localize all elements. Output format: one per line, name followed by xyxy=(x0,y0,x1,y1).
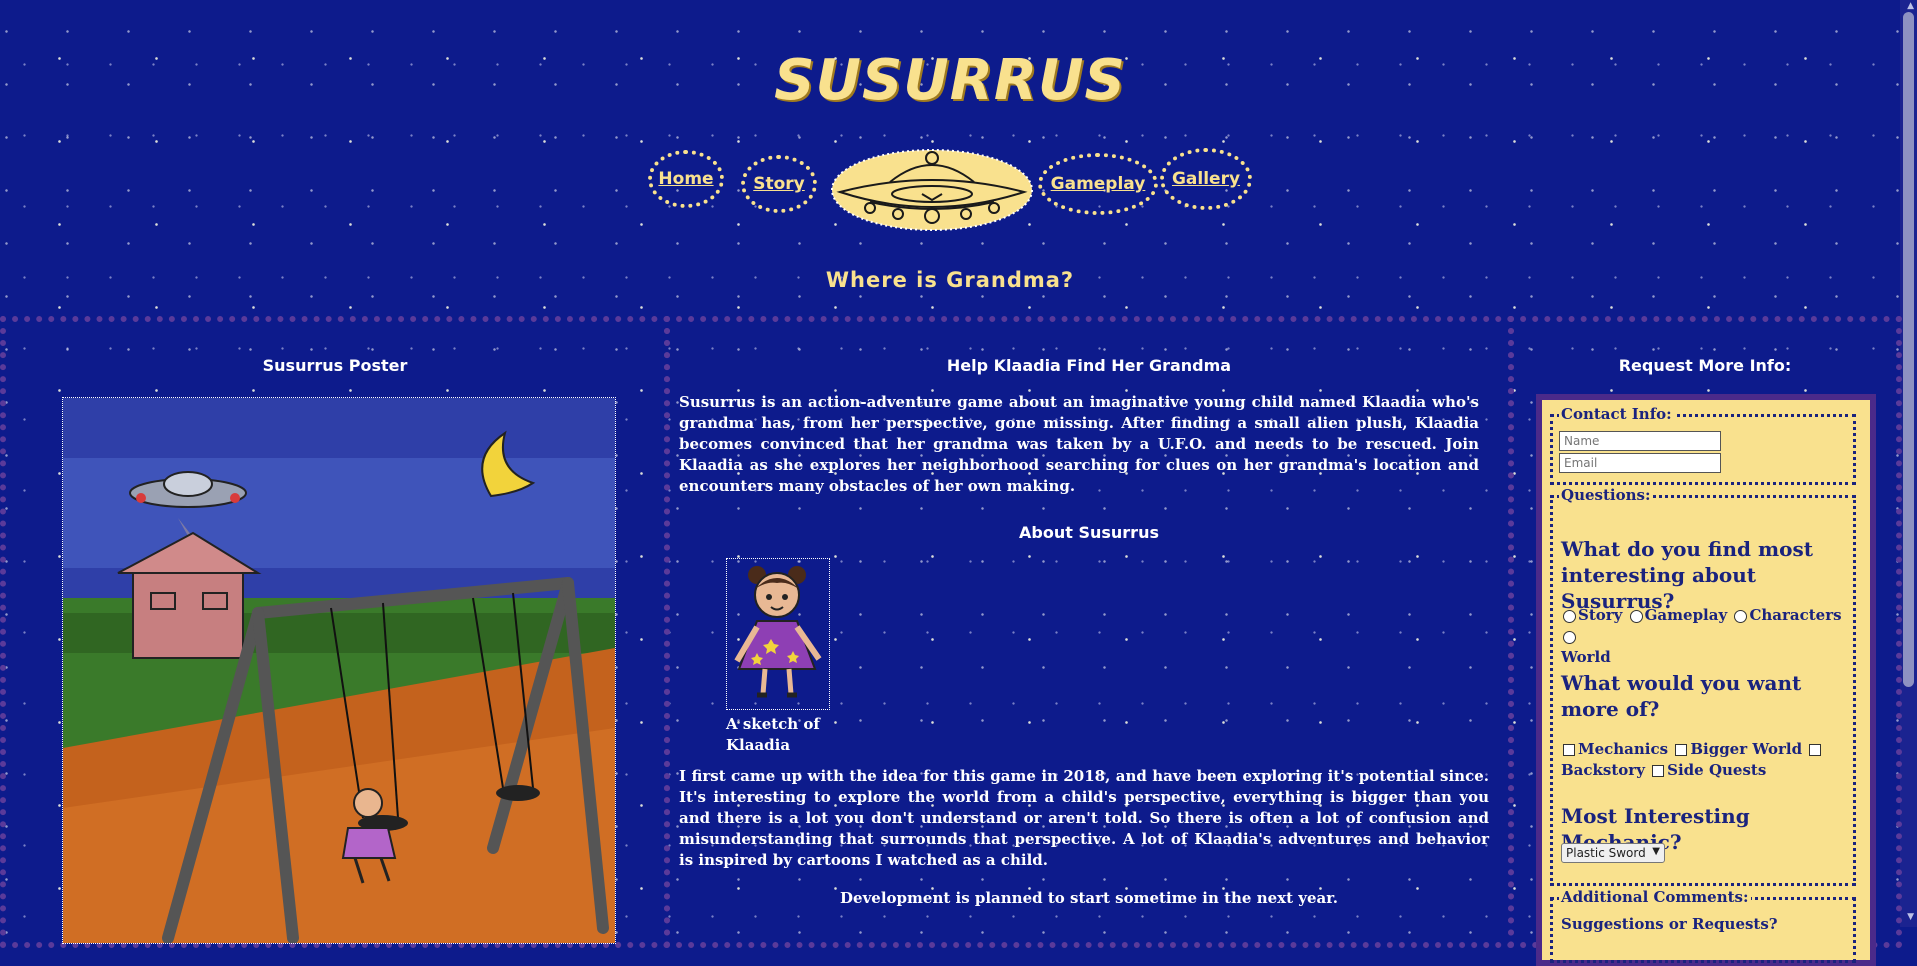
nav-gallery-link[interactable]: Gallery xyxy=(1160,148,1252,210)
radio-story-label: Story xyxy=(1578,606,1623,624)
comments-legend: Additional Comments: xyxy=(1559,888,1751,906)
sketch-caption: A sketch of Klaadia xyxy=(726,715,820,754)
klaadia-sketch-drawing xyxy=(734,566,822,698)
info-panel: Help Klaadia Find Her Grandma Susurrus i… xyxy=(664,316,1514,948)
mechanic-select[interactable]: Plastic Sword ▼ xyxy=(1561,843,1665,863)
checkbox-side-quests-label: Side Quests xyxy=(1667,761,1767,779)
page-subtitle: Where is Grandma? xyxy=(825,268,1075,292)
checkbox-mechanics[interactable] xyxy=(1563,744,1575,756)
site-title: SUSURRUS xyxy=(774,48,1126,113)
interest-options: Story Gameplay Characters World xyxy=(1561,605,1851,668)
background-paragraph: I first came up with the idea for this g… xyxy=(679,767,1489,869)
radio-world[interactable] xyxy=(1563,630,1576,644)
checkbox-bigger-world[interactable] xyxy=(1675,744,1688,756)
checkbox-backstory-label: Backstory xyxy=(1561,761,1645,779)
klaadia-sketch-image xyxy=(726,558,830,710)
mechanic-select-value: Plastic Sword xyxy=(1566,846,1646,860)
questions-fieldset: Questions: What do you find most interes… xyxy=(1550,486,1856,886)
scroll-down-icon[interactable]: ▼ xyxy=(1907,912,1914,922)
info-heading: Help Klaadia Find Her Grandma xyxy=(946,356,1232,375)
radio-characters[interactable] xyxy=(1734,609,1748,623)
questions-legend: Questions: xyxy=(1559,486,1653,504)
radio-gameplay[interactable] xyxy=(1629,609,1643,623)
comments-fieldset: Additional Comments: Suggestions or Requ… xyxy=(1550,888,1856,963)
intro-paragraph: Susurrus is an action-adventure game abo… xyxy=(679,393,1479,495)
comments-label: Suggestions or Requests? xyxy=(1561,915,1778,933)
development-note: Development is planned to start sometime… xyxy=(840,889,1338,907)
about-heading: About Susurrus xyxy=(1019,523,1159,542)
question-more: What would you want more of? xyxy=(1561,671,1802,721)
checkbox-side-quests[interactable] xyxy=(1652,765,1665,777)
poster-panel: Susurrus Poster xyxy=(0,316,670,948)
checkbox-backstory[interactable] xyxy=(1809,744,1822,756)
nav-gameplay-link[interactable]: Gameplay xyxy=(1038,153,1158,215)
scrollbar-thumb[interactable] xyxy=(1903,12,1914,687)
poster-heading: Susurrus Poster xyxy=(262,356,408,375)
request-panel: Request More Info: Contact Info: Questio… xyxy=(1508,316,1902,966)
radio-world-label: World xyxy=(1561,648,1611,666)
email-input[interactable] xyxy=(1559,453,1721,473)
nav-story-link[interactable]: Story xyxy=(741,155,817,213)
chevron-down-icon: ▼ xyxy=(1652,846,1660,857)
scroll-up-icon[interactable]: ▲ xyxy=(1907,1,1914,11)
contact-legend: Contact Info: xyxy=(1559,405,1674,423)
checkbox-mechanics-label: Mechanics xyxy=(1578,740,1669,758)
radio-gameplay-label: Gameplay xyxy=(1644,606,1728,624)
name-input[interactable] xyxy=(1559,431,1721,451)
ufo-logo-icon[interactable] xyxy=(830,148,1034,232)
question-interesting: What do you find most interesting about … xyxy=(1561,537,1813,613)
radio-characters-label: Characters xyxy=(1749,606,1842,624)
request-heading: Request More Info: xyxy=(1618,356,1792,375)
poster-image xyxy=(62,397,616,944)
radio-story[interactable] xyxy=(1563,609,1576,623)
checkbox-bigger-world-label: Bigger World xyxy=(1690,740,1803,758)
contact-fieldset: Contact Info: xyxy=(1550,405,1856,485)
nav-home-link[interactable]: Home xyxy=(648,150,724,208)
request-form: Contact Info: Questions: What do you fin… xyxy=(1536,394,1876,966)
poster-illustration xyxy=(63,398,615,943)
more-options: Mechanics Bigger World Backstory Side Qu… xyxy=(1561,739,1851,781)
